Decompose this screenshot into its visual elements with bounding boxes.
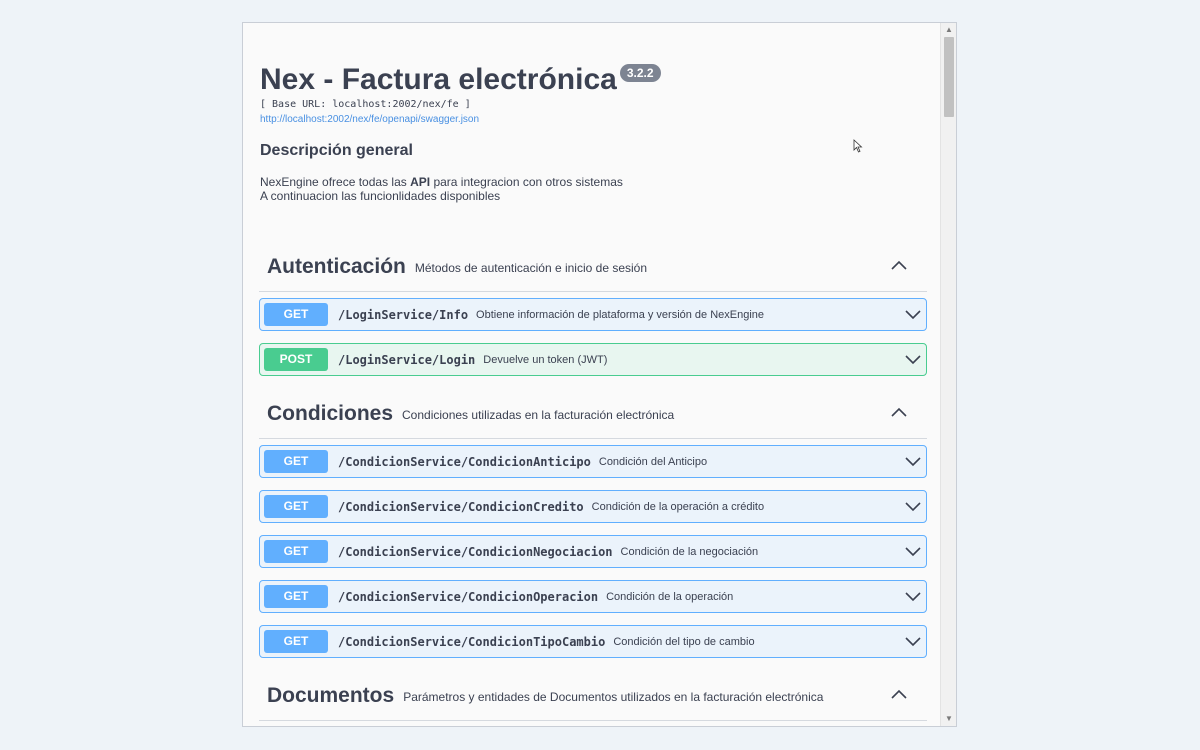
mouse-pointer-icon bbox=[853, 139, 863, 153]
chevron-down-icon[interactable] bbox=[905, 455, 921, 467]
chevron-down-icon[interactable] bbox=[905, 635, 921, 647]
scroll-down-arrow-icon[interactable]: ▼ bbox=[941, 712, 956, 726]
section-documentos: Documentos Parámetros y entidades de Doc… bbox=[259, 671, 927, 721]
operation-path: /CondicionService/CondicionNegociacion bbox=[338, 544, 613, 559]
method-badge: GET bbox=[264, 585, 328, 608]
api-title: Nex - Factura electrónica bbox=[260, 63, 617, 96]
operation-condicion-operacion[interactable]: GET /CondicionService/CondicionOperacion… bbox=[259, 580, 927, 613]
section-description: Métodos de autenticación e inicio de ses… bbox=[414, 261, 648, 275]
swagger-content: Nex - Factura electrónica 3.2.2 [ Base U… bbox=[243, 23, 940, 726]
operation-summary: Condición del tipo de cambio bbox=[613, 635, 755, 648]
chevron-down-icon[interactable] bbox=[905, 590, 921, 602]
section-name: Documentos bbox=[267, 683, 395, 707]
operation-summary: Condición de la operación a crédito bbox=[591, 500, 765, 513]
swagger-window: Nex - Factura electrónica 3.2.2 [ Base U… bbox=[242, 22, 957, 727]
operation-condicion-tipocambio[interactable]: GET /CondicionService/CondicionTipoCambi… bbox=[259, 625, 927, 658]
operation-summary: Condición del Anticipo bbox=[598, 455, 708, 468]
operation-summary: Devuelve un token (JWT) bbox=[483, 353, 608, 366]
scrollbar-thumb[interactable] bbox=[944, 37, 954, 117]
scroll-up-arrow-icon[interactable]: ▲ bbox=[941, 23, 956, 37]
title-row: Nex - Factura electrónica 3.2.2 bbox=[260, 63, 920, 97]
description-heading: Descripción general bbox=[260, 142, 413, 159]
chevron-up-icon[interactable] bbox=[890, 687, 908, 701]
operation-path: /LoginService/Info bbox=[338, 307, 469, 322]
operation-path: /CondicionService/CondicionOperacion bbox=[338, 589, 599, 604]
chevron-down-icon[interactable] bbox=[905, 500, 921, 512]
section-header-condiciones[interactable]: Condiciones Condiciones utilizadas en la… bbox=[259, 389, 927, 439]
description-text: NexEngine ofrece todas las API para inte… bbox=[260, 175, 920, 203]
method-badge: GET bbox=[264, 303, 328, 326]
section-header-autenticacion[interactable]: Autenticación Métodos de autenticación e… bbox=[259, 242, 927, 292]
base-url: [ Base URL: localhost:2002/nex/fe ] bbox=[260, 99, 471, 110]
operation-condicion-anticipo[interactable]: GET /CondicionService/CondicionAnticipo … bbox=[259, 445, 927, 478]
description-line1-bold: API bbox=[410, 175, 431, 189]
chevron-down-icon[interactable] bbox=[905, 353, 921, 365]
section-autenticacion: Autenticación Métodos de autenticación e… bbox=[259, 242, 927, 292]
chevron-down-icon[interactable] bbox=[905, 308, 921, 320]
operation-path: /CondicionService/CondicionTipoCambio bbox=[338, 634, 606, 649]
operation-summary: Condición de la negociación bbox=[620, 545, 759, 558]
operation-summary: Condición de la operación bbox=[606, 590, 734, 603]
operation-path: /CondicionService/CondicionAnticipo bbox=[338, 454, 591, 469]
section-name: Condiciones bbox=[267, 401, 394, 425]
section-description: Condiciones utilizadas en la facturación… bbox=[402, 408, 675, 422]
description-line2: A continuacion las funcionlidades dispon… bbox=[260, 189, 501, 203]
description-line1-pre: NexEngine ofrece todas las bbox=[260, 175, 411, 189]
description-line1-post: para integracion con otros sistemas bbox=[430, 175, 623, 189]
operation-loginservice-login[interactable]: POST /LoginService/Login Devuelve un tok… bbox=[259, 343, 927, 376]
operation-summary: Obtiene información de plataforma y vers… bbox=[476, 308, 765, 321]
method-badge: GET bbox=[264, 630, 328, 653]
method-badge: GET bbox=[264, 495, 328, 518]
section-header-documentos[interactable]: Documentos Parámetros y entidades de Doc… bbox=[259, 671, 927, 721]
vertical-scrollbar[interactable]: ▲ ▼ bbox=[940, 23, 956, 726]
operation-path: /LoginService/Login bbox=[338, 352, 476, 367]
spec-link[interactable]: http://localhost:2002/nex/fe/openapi/swa… bbox=[260, 114, 920, 125]
api-info: Nex - Factura electrónica 3.2.2 [ Base U… bbox=[260, 63, 920, 203]
operation-condicion-credito[interactable]: GET /CondicionService/CondicionCredito C… bbox=[259, 490, 927, 523]
section-description: Parámetros y entidades de Documentos uti… bbox=[403, 690, 824, 704]
operation-condicion-negociacion[interactable]: GET /CondicionService/CondicionNegociaci… bbox=[259, 535, 927, 568]
section-condiciones: Condiciones Condiciones utilizadas en la… bbox=[259, 389, 927, 439]
chevron-up-icon[interactable] bbox=[890, 405, 908, 419]
version-badge: 3.2.2 bbox=[619, 64, 661, 82]
method-badge: GET bbox=[264, 450, 328, 473]
operation-path: /CondicionService/CondicionCredito bbox=[338, 499, 584, 514]
method-badge: GET bbox=[264, 540, 328, 563]
operation-loginservice-info[interactable]: GET /LoginService/Info Obtiene informaci… bbox=[259, 298, 927, 331]
section-name: Autenticación bbox=[267, 254, 406, 278]
chevron-down-icon[interactable] bbox=[905, 545, 921, 557]
method-badge: POST bbox=[264, 348, 328, 371]
chevron-up-icon[interactable] bbox=[890, 258, 908, 272]
